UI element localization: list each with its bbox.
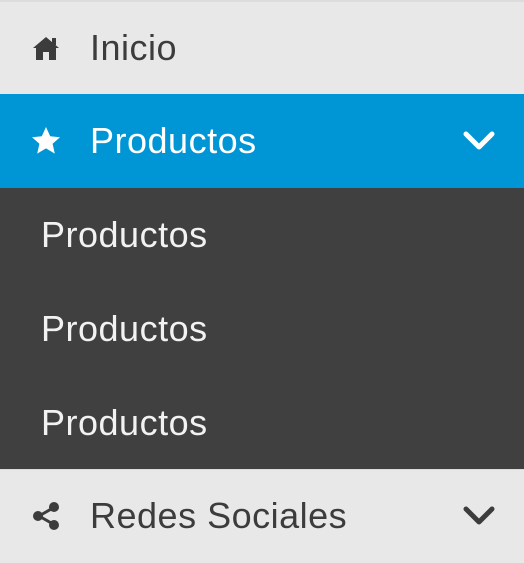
chevron-down-icon[interactable] bbox=[462, 124, 496, 158]
menu-item-label: Productos bbox=[90, 120, 257, 161]
menu-item-label: Redes Sociales bbox=[90, 495, 348, 536]
menu-item-inicio[interactable]: Inicio bbox=[0, 0, 524, 94]
menu-item-redes-sociales[interactable]: Redes Sociales bbox=[0, 469, 524, 562]
submenu-productos: Productos Productos Productos bbox=[0, 188, 524, 469]
chevron-down-icon[interactable] bbox=[462, 499, 496, 533]
submenu-item[interactable]: Productos bbox=[0, 188, 524, 282]
star-icon bbox=[30, 125, 62, 157]
submenu-item[interactable]: Productos bbox=[0, 282, 524, 376]
submenu-item[interactable]: Productos bbox=[0, 376, 524, 469]
share-icon bbox=[30, 500, 62, 532]
sidebar-menu: Inicio Productos Productos Productos Pro… bbox=[0, 0, 524, 563]
home-icon bbox=[30, 32, 62, 64]
menu-item-productos[interactable]: Productos bbox=[0, 94, 524, 188]
menu-item-label: Inicio bbox=[90, 27, 178, 68]
